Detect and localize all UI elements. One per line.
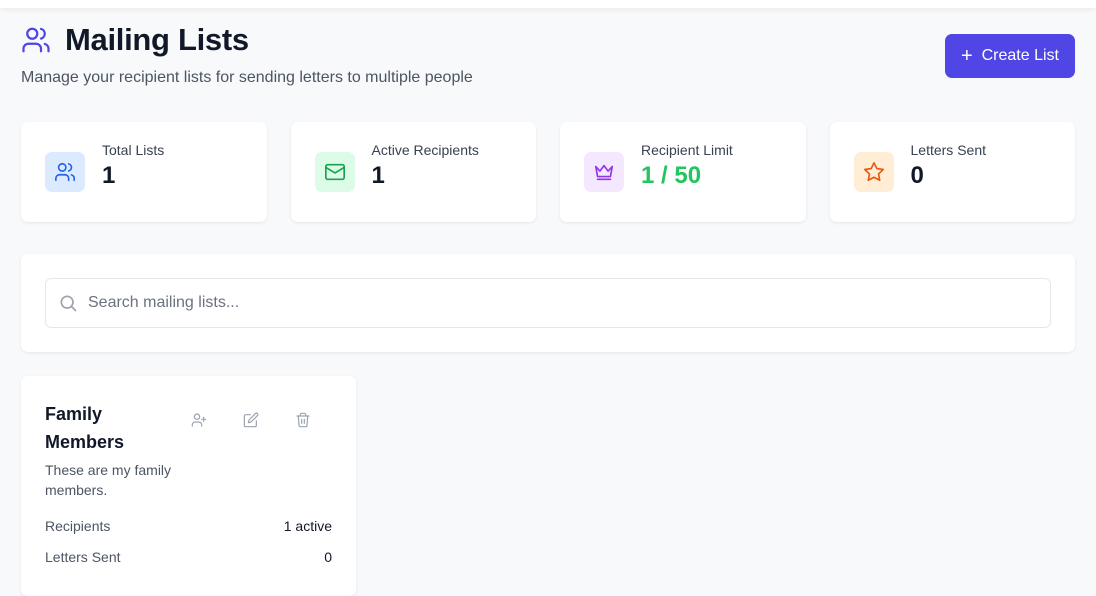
list-name: Family Members <box>45 404 125 452</box>
star-icon <box>863 162 884 182</box>
search-box[interactable] <box>45 278 1051 328</box>
stat-label: Total Lists <box>102 142 165 158</box>
search-panel <box>21 254 1075 352</box>
stat-text: Letters Sent 0 <box>911 142 987 190</box>
plus-icon: + <box>960 45 973 67</box>
letters-sent-row: Letters Sent 0 <box>45 549 332 565</box>
recipients-label: Recipients <box>45 518 111 534</box>
stat-label: Letters Sent <box>910 142 987 158</box>
edit-icon[interactable] <box>243 412 259 428</box>
mailing-lists-page: Mailing Lists Manage your recipient list… <box>21 22 1075 596</box>
stat-icon-box <box>584 152 624 192</box>
recipient-limit-value: 1 / 50 <box>641 162 702 189</box>
crown-icon <box>594 164 614 181</box>
stat-icon-box <box>314 152 355 192</box>
page-title: Mailing Lists <box>65 22 249 57</box>
list-description: These are my family members. <box>45 462 172 498</box>
create-list-label: Create List <box>981 47 1059 64</box>
letters-sent-value: 0 <box>324 549 332 565</box>
title-row: Mailing Lists <box>21 22 1075 58</box>
stats-row: Total Lists 1 Active Recipients 1 Recipi… <box>21 122 1075 222</box>
stat-text: Total Lists 1 <box>102 142 164 190</box>
create-list-button[interactable]: + Create List <box>944 34 1075 78</box>
stat-card-active-recipients: Active Recipients 1 <box>290 122 536 222</box>
add-recipient-icon[interactable] <box>191 412 207 428</box>
card-actions <box>191 412 311 428</box>
stat-value: 0 <box>910 162 924 189</box>
stat-value: 1 <box>102 162 116 189</box>
stat-value: 1 <box>371 162 385 189</box>
search-icon <box>58 293 78 313</box>
page-header: Mailing Lists Manage your recipient list… <box>21 22 1075 112</box>
recipients-value: 1 active <box>283 518 332 534</box>
stat-icon-box <box>853 152 894 192</box>
stat-card-total-lists: Total Lists 1 <box>21 122 267 222</box>
mail-icon <box>324 163 345 181</box>
letters-sent-label: Letters Sent <box>45 549 121 565</box>
stat-text: Active Recipients 1 <box>372 142 479 190</box>
stat-icon-box <box>45 152 85 192</box>
search-input[interactable] <box>88 294 988 312</box>
stat-text: Recipient Limit 1 / 50 <box>641 142 733 190</box>
users-icon <box>21 25 51 55</box>
trash-icon[interactable] <box>295 412 311 428</box>
stat-card-letters-sent: Letters Sent 0 <box>829 122 1075 222</box>
users-icon <box>55 162 75 182</box>
top-bar <box>0 0 1096 8</box>
mailing-list-card[interactable]: Family Members These are my family membe… <box>21 376 356 596</box>
stat-label: Recipient Limit <box>641 142 733 158</box>
recipients-row: Recipients 1 active <box>45 518 332 534</box>
page-subtitle: Manage your recipient lists for sending … <box>21 69 473 86</box>
stat-label: Active Recipients <box>371 142 479 158</box>
stat-card-recipient-limit: Recipient Limit 1 / 50 <box>560 122 806 222</box>
